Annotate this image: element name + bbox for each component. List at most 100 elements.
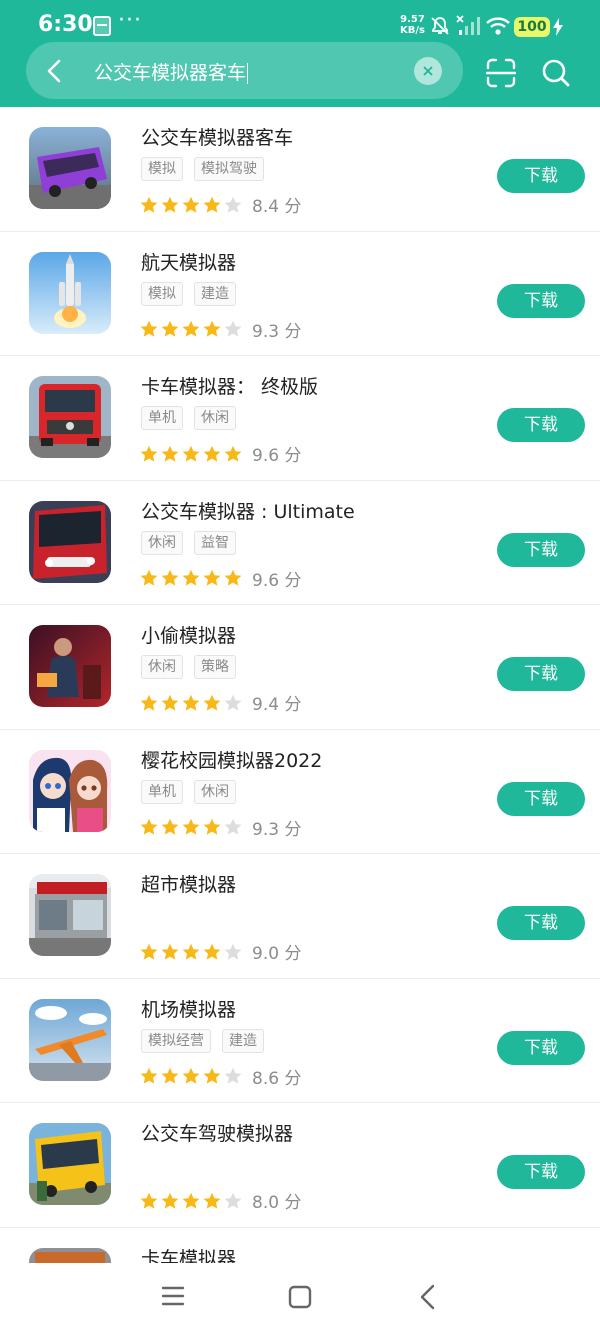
star-full-icon: [161, 1067, 179, 1084]
star-full-icon: [182, 196, 200, 213]
download-button[interactable]: 下载: [497, 1030, 585, 1065]
bell-muted-icon: [430, 16, 450, 40]
star-full-icon: [182, 694, 200, 711]
app-list-item[interactable]: 航天模拟器 模拟 建造 9.3 分下载: [0, 232, 600, 356]
app-rating: 9.3 分: [140, 317, 301, 342]
app-icon[interactable]: [29, 376, 111, 458]
download-button[interactable]: 下载: [497, 657, 585, 691]
star-full-icon: [182, 1192, 200, 1209]
scan-icon[interactable]: [485, 58, 517, 92]
star-full-icon: [161, 943, 179, 960]
download-button[interactable]: 下载: [497, 159, 585, 193]
search-bar[interactable]: 公交车模拟器客车: [26, 42, 463, 99]
download-button[interactable]: 下载: [497, 906, 585, 940]
app-tag[interactable]: 建造: [194, 281, 236, 306]
app-icon[interactable]: [29, 749, 111, 832]
status-time: 6:30: [38, 12, 93, 37]
menu-icon[interactable]: [161, 1285, 185, 1311]
app-tag[interactable]: 单机: [141, 406, 183, 430]
app-icon[interactable]: [29, 998, 111, 1081]
home-icon[interactable]: [288, 1285, 312, 1313]
star-full-icon: [140, 1067, 158, 1084]
app-icon[interactable]: [29, 874, 111, 956]
app-tag[interactable]: 策略: [194, 655, 236, 679]
app-tag[interactable]: 单机: [141, 779, 183, 804]
app-score: 9.3 分: [252, 321, 302, 342]
star-full-icon: [224, 445, 242, 462]
nav-back-icon[interactable]: [419, 1284, 437, 1314]
app-tag[interactable]: 模拟: [141, 281, 183, 306]
star-empty-icon: [224, 694, 242, 711]
app-icon[interactable]: [29, 127, 111, 209]
app-rating: 8.0 分: [140, 1188, 301, 1213]
app-list-item[interactable]: 公交车模拟器 : Ultimate 休闲 益智 9.6 分 下载: [0, 481, 600, 605]
star-full-icon: [161, 445, 179, 462]
star-full-icon: [203, 943, 221, 960]
status-bar: 6:30 ··· 9.57 KB/s 100: [0, 0, 600, 44]
app-name: 公交车模拟器 : Ultimate: [141, 500, 355, 523]
download-button[interactable]: 下载: [497, 408, 585, 442]
app-tags: 休闲 策略: [141, 655, 247, 679]
search-icon[interactable]: [541, 58, 571, 92]
app-name: 卡车模拟器： 终极版: [141, 376, 319, 398]
search-query: 公交车模拟器客车: [94, 62, 247, 84]
app-tag[interactable]: 模拟: [141, 157, 183, 181]
network-speed-value: 9.57: [400, 14, 425, 25]
download-button[interactable]: 下载: [497, 532, 585, 567]
star-full-icon: [161, 694, 179, 711]
app-icon[interactable]: [29, 1123, 111, 1205]
app-list-item[interactable]: 公交车驾驶模拟器 8.0 分 下载: [0, 1103, 600, 1228]
star-full-icon: [182, 1067, 200, 1084]
download-button[interactable]: 下载: [497, 283, 585, 318]
star-full-icon: [140, 569, 158, 586]
app-name: 公交车驾驶模拟器: [141, 1123, 294, 1145]
star-empty-icon: [224, 320, 242, 337]
network-speed-unit: KB/s: [400, 25, 425, 36]
app-tag[interactable]: 休闲: [141, 530, 183, 555]
download-button[interactable]: 下载: [497, 781, 585, 816]
clear-icon[interactable]: [414, 57, 442, 85]
search-results-list: 公交车模拟器客车 模拟 模拟驾驶 8.4 分下载 航天模拟器 模拟 建造 9.3 分下载 卡车模…: [0, 107, 600, 1333]
app-score: 9.4 分: [252, 695, 302, 715]
app-name: 航天模拟器: [141, 251, 237, 274]
star-full-icon: [203, 320, 221, 337]
app-list-item[interactable]: 樱花校园模拟器2022 单机 休闲 9.3 分下载: [0, 730, 600, 854]
app-score: 9.6 分: [252, 570, 302, 591]
app-name: 樱花校园模拟器2022: [141, 749, 323, 772]
back-icon[interactable]: [46, 59, 62, 87]
app-score: 9.6 分: [252, 446, 302, 466]
app-tag[interactable]: 休闲: [141, 655, 183, 679]
app-tags: 模拟 模拟驾驶: [141, 157, 275, 181]
star-full-icon: [161, 818, 179, 835]
app-icon[interactable]: [29, 625, 111, 707]
signal-icon: [455, 14, 481, 40]
app-list-item[interactable]: 卡车模拟器： 终极版 单机 休闲 9.6 分下载: [0, 356, 600, 481]
app-list-item[interactable]: 小偷模拟器 休闲 策略 9.4 分下载: [0, 605, 600, 730]
download-button[interactable]: 下载: [497, 1155, 585, 1189]
network-speed: 9.57 KB/s: [400, 14, 425, 36]
app-list-item[interactable]: 超市模拟器 9.0 分 下载: [0, 854, 600, 979]
text-caret: [247, 63, 249, 84]
star-full-icon: [203, 1192, 221, 1209]
app-tag[interactable]: 建造: [222, 1028, 264, 1053]
app-list-item[interactable]: 机场模拟器 模拟经营 建造 8.6 分 下载: [0, 979, 600, 1103]
search-input[interactable]: 公交车模拟器客车: [94, 58, 249, 85]
app-tag[interactable]: 模拟经营: [141, 1028, 211, 1053]
star-empty-icon: [224, 1192, 242, 1209]
header: 6:30 ··· 9.57 KB/s 100 公交车模拟器客车: [0, 0, 600, 107]
app-rating: 8.4 分: [140, 192, 301, 217]
app-tag[interactable]: 休闲: [194, 779, 236, 804]
star-full-icon: [140, 818, 158, 835]
app-icon[interactable]: [29, 251, 111, 334]
star-full-icon: [140, 445, 158, 462]
app-name: 公交车模拟器客车: [141, 127, 294, 149]
app-list-item[interactable]: 公交车模拟器客车 模拟 模拟驾驶 8.4 分 下载: [0, 107, 600, 232]
app-tag[interactable]: 益智: [194, 530, 236, 555]
app-tags: 模拟 建造: [141, 281, 247, 306]
app-tags: 单机 休闲: [141, 406, 247, 430]
app-tag[interactable]: 休闲: [194, 406, 236, 430]
app-tag[interactable]: 模拟驾驶: [194, 157, 264, 181]
app-rating: 9.6 分: [140, 566, 301, 591]
app-icon[interactable]: [29, 500, 111, 583]
star-full-icon: [182, 943, 200, 960]
